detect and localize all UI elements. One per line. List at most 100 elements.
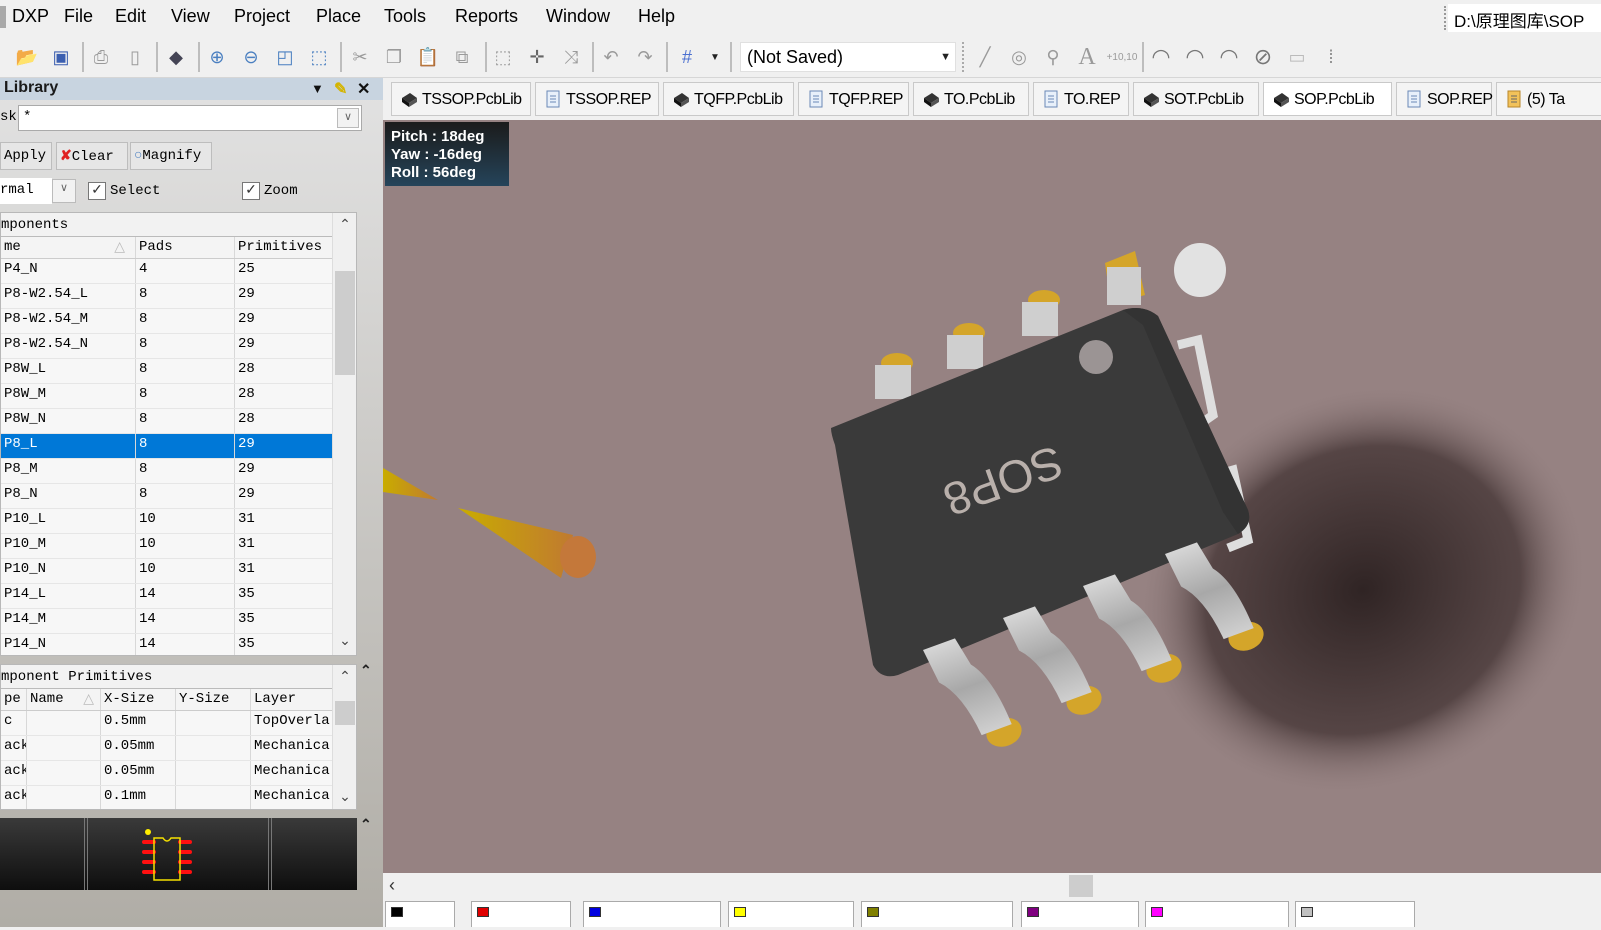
document-tab[interactable]: TSSOP.REP <box>535 82 659 116</box>
panel-menu-icon[interactable]: ▼ <box>311 81 324 96</box>
document-tab[interactable]: (5) Ta <box>1496 82 1601 116</box>
layer-tab[interactable] <box>471 901 571 927</box>
array-paste-icon[interactable]: ⁞ <box>1318 44 1344 70</box>
menu-dxp[interactable]: DXP <box>12 6 49 27</box>
menu-view[interactable]: View <box>171 6 210 27</box>
scroll-up-icon[interactable]: ⌃ <box>333 217 356 237</box>
column-header-xsize[interactable]: X-Size <box>101 689 176 710</box>
scroll-down-icon[interactable]: ⌄ <box>333 633 356 653</box>
column-header-pads[interactable]: Pads <box>136 237 235 258</box>
zoom-checkbox[interactable]: ✓ <box>242 182 260 200</box>
layer-tab[interactable] <box>385 901 455 927</box>
menu-tools[interactable]: Tools <box>384 6 426 27</box>
component-row[interactable]: P14_N 14 35 <box>1 634 356 655</box>
primitive-row[interactable]: ack 0.1mm Mechanica <box>1 786 356 809</box>
document-tab[interactable]: SOP.REP <box>1396 82 1493 116</box>
scrollbar-thumb[interactable] <box>335 271 355 375</box>
component-row[interactable]: P14_M 14 35 <box>1 609 356 634</box>
document-tab[interactable]: TQFP.PcbLib <box>663 82 794 116</box>
apply-button[interactable]: Apply <box>0 142 52 170</box>
component-row[interactable]: P10_N 10 31 <box>1 559 356 584</box>
component-row[interactable]: P8_M 8 29 <box>1 459 356 484</box>
cut-icon[interactable]: ✂ <box>347 44 373 70</box>
layer-tab[interactable] <box>861 901 1013 927</box>
pin-icon[interactable]: ✎ <box>334 79 347 99</box>
grid-dropdown-icon[interactable]: ▼ <box>702 44 728 70</box>
menu-help[interactable]: Help <box>638 6 675 27</box>
document-tab[interactable]: SOT.PcbLib <box>1133 82 1259 116</box>
zoom-in-icon[interactable]: ⊕ <box>204 44 230 70</box>
component-row[interactable]: P10_L 10 31 <box>1 509 356 534</box>
document-tab[interactable]: TSSOP.PcbLib <box>391 82 531 116</box>
scrollbar-thumb[interactable] <box>335 701 355 725</box>
via-icon[interactable]: ⚲ <box>1040 44 1066 70</box>
print-preview-icon[interactable]: ▯ <box>122 44 148 70</box>
column-header-layer[interactable]: Layer <box>251 689 333 710</box>
menu-window[interactable]: Window <box>546 6 610 27</box>
close-icon[interactable]: ✕ <box>357 79 370 99</box>
zoom-out-icon[interactable]: ⊖ <box>238 44 264 70</box>
collapse-up-icon[interactable]: ⌃ <box>360 816 372 833</box>
pad-icon[interactable]: ◎ <box>1006 44 1032 70</box>
move-icon[interactable]: ✛ <box>524 44 550 70</box>
grid-icon[interactable]: # <box>674 44 700 70</box>
menu-reports[interactable]: Reports <box>455 6 518 27</box>
line-icon[interactable]: ╱ <box>972 44 998 70</box>
horizontal-scrollbar[interactable]: ‹ <box>383 873 1601 899</box>
layer-tab[interactable] <box>1021 901 1139 927</box>
component-row[interactable]: P8W_M 8 28 <box>1 384 356 409</box>
menu-project[interactable]: Project <box>234 6 290 27</box>
column-header-name[interactable]: Name △ <box>27 689 101 710</box>
clear-button[interactable]: ✘Clear <box>56 142 128 170</box>
component-row[interactable]: P8_N 8 29 <box>1 484 356 509</box>
component-row[interactable]: P8W_L 8 28 <box>1 359 356 384</box>
menu-file[interactable]: File <box>64 6 93 27</box>
component-row[interactable]: P14_L 14 35 <box>1 584 356 609</box>
document-combo[interactable]: (Not Saved) ▼ <box>740 42 956 72</box>
scroll-down-icon[interactable]: ⌄ <box>333 789 356 809</box>
deselect-icon[interactable]: ⤨ <box>558 44 584 70</box>
column-header-primitives[interactable]: Primitives <box>235 237 333 258</box>
column-header-name[interactable]: me △ <box>1 237 136 258</box>
document-tab[interactable]: SOP.PcbLib <box>1263 82 1392 116</box>
arc-center-icon[interactable]: ◠ <box>1148 44 1174 70</box>
rubber-stamp-icon[interactable]: ⧉ <box>449 44 475 70</box>
components-scrollbar[interactable]: ⌃ ⌄ <box>332 213 356 655</box>
open-folder-icon[interactable]: 📂 <box>14 44 40 70</box>
arc-any-icon[interactable]: ◠ <box>1216 44 1242 70</box>
scroll-left-icon[interactable]: ‹ <box>389 875 395 896</box>
primitive-row[interactable]: ack 0.05mm Mechanica <box>1 761 356 786</box>
mode-select[interactable]: rmal <box>0 178 52 204</box>
collapse-up-icon[interactable]: ⌃ <box>360 662 372 679</box>
scrollbar-thumb[interactable] <box>1069 875 1093 897</box>
select-checkbox[interactable]: ✓ <box>88 182 106 200</box>
layer-tab[interactable] <box>583 901 721 927</box>
zoom-selection-icon[interactable]: ⬚ <box>306 44 332 70</box>
document-tab[interactable]: TO.REP <box>1033 82 1129 116</box>
3d-view[interactable]: SOP8 Pitch : 18deg Yaw : -16deg Roll : 5… <box>383 120 1601 873</box>
full-circle-icon[interactable]: ⊘ <box>1250 44 1276 70</box>
layer-tab[interactable] <box>1145 901 1289 927</box>
print-icon[interactable]: ⎙ <box>88 44 114 70</box>
document-tab[interactable]: TQFP.REP <box>798 82 909 116</box>
component-row[interactable]: P10_M 10 31 <box>1 534 356 559</box>
component-row[interactable]: P8-W2.54_N 8 29 <box>1 334 356 359</box>
document-tab[interactable]: TO.PcbLib <box>913 82 1029 116</box>
layer-tab[interactable] <box>728 901 854 927</box>
component-row[interactable]: P8-W2.54_M 8 29 <box>1 309 356 334</box>
column-header-type[interactable]: pe <box>1 689 27 710</box>
undo-icon[interactable]: ↶ <box>598 44 624 70</box>
text-icon[interactable]: A <box>1074 44 1100 70</box>
copy-icon[interactable]: ❐ <box>381 44 407 70</box>
arc-edge-icon[interactable]: ◠ <box>1182 44 1208 70</box>
zoom-fit-icon[interactable]: ◰ <box>272 44 298 70</box>
primitives-scrollbar[interactable]: ⌃ ⌄ <box>332 665 356 809</box>
fill-icon[interactable]: ▭ <box>1284 44 1310 70</box>
redo-icon[interactable]: ↷ <box>632 44 658 70</box>
select-area-icon[interactable]: ⬚ <box>490 44 516 70</box>
mask-input[interactable]: * ∨ <box>18 105 362 131</box>
component-row[interactable]: P8-W2.54_L 8 29 <box>1 284 356 309</box>
magnify-button[interactable]: ○Magnify <box>130 142 212 170</box>
mode-dropdown-icon[interactable]: ∨ <box>52 179 76 203</box>
primitive-row[interactable]: c 0.5mm TopOverla <box>1 711 356 736</box>
